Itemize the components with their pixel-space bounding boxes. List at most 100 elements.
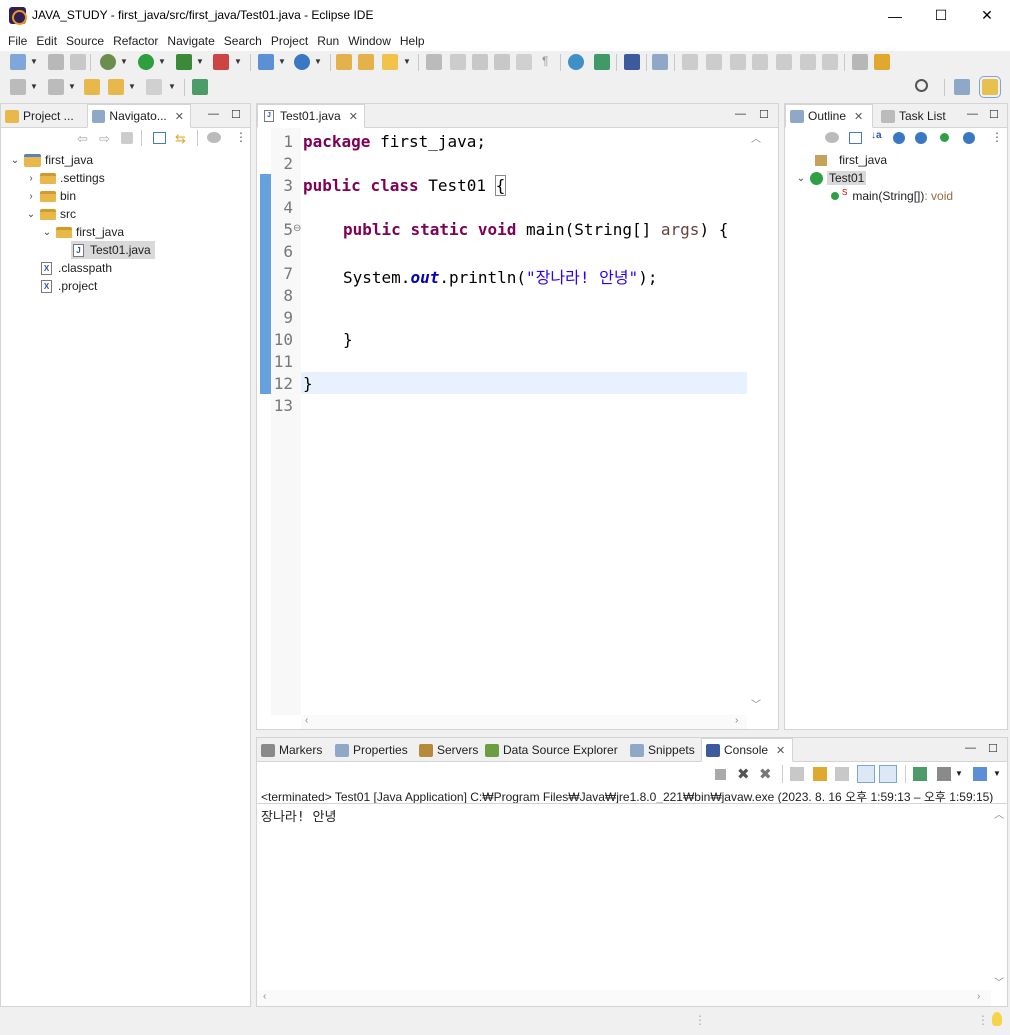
close-icon[interactable]: ✕ — [776, 744, 785, 757]
tab-outline[interactable]: Outline ✕ — [785, 104, 873, 128]
maximize-icon[interactable]: ☐ — [988, 742, 998, 755]
menu-run[interactable]: Run — [313, 31, 343, 51]
scroll-right-icon[interactable]: › — [735, 715, 738, 726]
maximize-icon[interactable]: ☐ — [989, 108, 999, 121]
fold-icon[interactable]: ⊖ — [293, 223, 301, 234]
menu-refactor[interactable]: Refactor — [109, 31, 162, 51]
tree-item-first-java-folder[interactable]: ⌄ first_java — [41, 223, 124, 241]
run-on-server-icon[interactable] — [594, 54, 610, 70]
tree-item-classpath[interactable]: X .classpath — [41, 259, 112, 277]
java-perspective-icon[interactable] — [979, 76, 1001, 98]
outline-item-package[interactable]: first_java — [815, 151, 887, 169]
open-folder-icon[interactable] — [358, 54, 374, 70]
save-icon[interactable] — [48, 54, 64, 70]
step-over-icon[interactable] — [800, 54, 816, 70]
display-console-icon[interactable] — [937, 767, 951, 781]
collapse-all-icon[interactable] — [849, 132, 862, 144]
chevron-down-icon[interactable]: ▼ — [955, 769, 963, 778]
run-icon[interactable] — [138, 54, 154, 70]
hide-non-public-icon[interactable] — [940, 133, 949, 142]
chevron-right-icon[interactable]: › — [25, 191, 37, 202]
forward-arrow-icon[interactable]: ⇨ — [99, 131, 110, 147]
disconnect-icon[interactable] — [752, 54, 768, 70]
horizontal-scrollbar[interactable]: ‹ › — [301, 715, 747, 729]
last-edit-icon[interactable] — [84, 79, 100, 95]
menu-help[interactable]: Help — [396, 31, 429, 51]
console-horizontal-scrollbar[interactable]: ‹ › — [257, 990, 991, 1006]
tab-test01-java[interactable]: J Test01.java ✕ — [257, 104, 365, 128]
terminate-icon[interactable] — [730, 54, 746, 70]
step-return-icon[interactable] — [822, 54, 838, 70]
menu-source[interactable]: Source — [62, 31, 108, 51]
scroll-lock-icon[interactable] — [813, 767, 827, 781]
block-selection-icon[interactable] — [472, 54, 488, 70]
minimize-icon[interactable]: — — [735, 108, 746, 120]
remove-launch-icon[interactable]: ✖ — [737, 765, 750, 783]
drop-to-frame-icon[interactable] — [874, 54, 890, 70]
close-icon[interactable]: ✕ — [349, 110, 358, 123]
clear-console-icon[interactable] — [790, 767, 804, 781]
skip-breakpoints-icon[interactable] — [652, 54, 668, 70]
console-output-area[interactable]: 장나라! 안녕 — [257, 804, 991, 990]
outline-item-method[interactable]: S main(String[]) : void — [831, 187, 953, 205]
tree-item-test01-java[interactable]: J Test01.java — [71, 241, 155, 259]
close-button[interactable]: ✕ — [964, 0, 1010, 31]
back-arrow-icon[interactable]: ⇦ — [77, 131, 88, 147]
chevron-down-icon[interactable]: ⌄ — [795, 173, 807, 184]
tab-properties[interactable]: Properties — [331, 738, 411, 762]
hide-static-icon[interactable] — [915, 132, 927, 144]
highlight-icon[interactable] — [450, 54, 466, 70]
open-console-icon[interactable] — [973, 767, 987, 781]
chevron-down-icon[interactable]: ⌄ — [9, 155, 21, 166]
up-folder-icon[interactable] — [121, 132, 133, 144]
pin-console-icon[interactable] — [913, 767, 927, 781]
filters-icon[interactable] — [207, 132, 221, 143]
pin-editor-icon[interactable] — [192, 79, 208, 95]
vertical-scrollbar[interactable]: ︿ ﹀ — [747, 128, 764, 715]
minimize-icon[interactable]: — — [967, 108, 978, 120]
tab-task-list[interactable]: Task List — [877, 104, 957, 128]
console-vertical-scrollbar[interactable]: ︿ ﹀ — [991, 804, 1007, 990]
word-wrap-icon[interactable] — [835, 767, 849, 781]
chevron-right-icon[interactable]: › — [25, 173, 37, 184]
menu-navigate[interactable]: Navigate — [163, 31, 218, 51]
scroll-up-icon[interactable]: ︿ — [751, 130, 761, 145]
close-icon[interactable]: ✕ — [854, 110, 863, 123]
external-tools-icon[interactable] — [213, 54, 229, 70]
maximize-button[interactable]: ☐ — [918, 0, 964, 31]
maximize-icon[interactable]: ☐ — [231, 108, 241, 121]
new-dropdown-icon[interactable]: ▼ — [30, 57, 38, 66]
chevron-down-icon[interactable]: ▼ — [993, 769, 1001, 778]
toggle-mark-icon[interactable] — [426, 54, 442, 70]
hide-local-types-icon[interactable] — [963, 132, 975, 144]
scroll-right-icon[interactable]: › — [977, 991, 980, 1002]
web-browser-icon[interactable] — [568, 54, 584, 70]
back-icon[interactable] — [108, 79, 124, 95]
maximize-icon[interactable]: ☐ — [759, 108, 769, 121]
link-with-editor-icon[interactable]: ⇆ — [175, 131, 186, 147]
menu-window[interactable]: Window — [344, 31, 395, 51]
tab-markers[interactable]: Markers — [257, 738, 329, 762]
tree-item-first-java-project[interactable]: ⌄ first_java — [9, 151, 93, 169]
view-menu-icon[interactable]: ⋮ — [235, 130, 247, 144]
use-step-filters-icon[interactable] — [852, 54, 868, 70]
scroll-left-icon[interactable]: ‹ — [305, 715, 308, 726]
tab-snippets[interactable]: Snippets — [626, 738, 698, 762]
open-perspective-icon[interactable] — [954, 79, 970, 95]
coverage-icon[interactable] — [176, 54, 192, 70]
tree-item-project[interactable]: X .project — [41, 277, 97, 295]
chevron-down-icon[interactable]: ⌄ — [25, 209, 37, 220]
word-wrap-icon[interactable] — [494, 54, 510, 70]
filters-icon[interactable] — [825, 132, 839, 143]
menu-edit[interactable]: Edit — [32, 31, 61, 51]
suspend-icon[interactable] — [706, 54, 722, 70]
menu-project[interactable]: Project — [267, 31, 312, 51]
tree-item-settings[interactable]: › .settings — [25, 169, 104, 187]
hide-fields-icon[interactable] — [893, 132, 905, 144]
scroll-left-icon[interactable]: ‹ — [263, 991, 266, 1002]
tip-lightbulb-icon[interactable] — [992, 1012, 1002, 1026]
tab-project-explorer[interactable]: Project ... — [1, 104, 86, 128]
console-toolbar-icon[interactable] — [624, 54, 640, 70]
prev-annotation-icon[interactable] — [48, 79, 64, 95]
debug-icon[interactable] — [100, 54, 116, 70]
